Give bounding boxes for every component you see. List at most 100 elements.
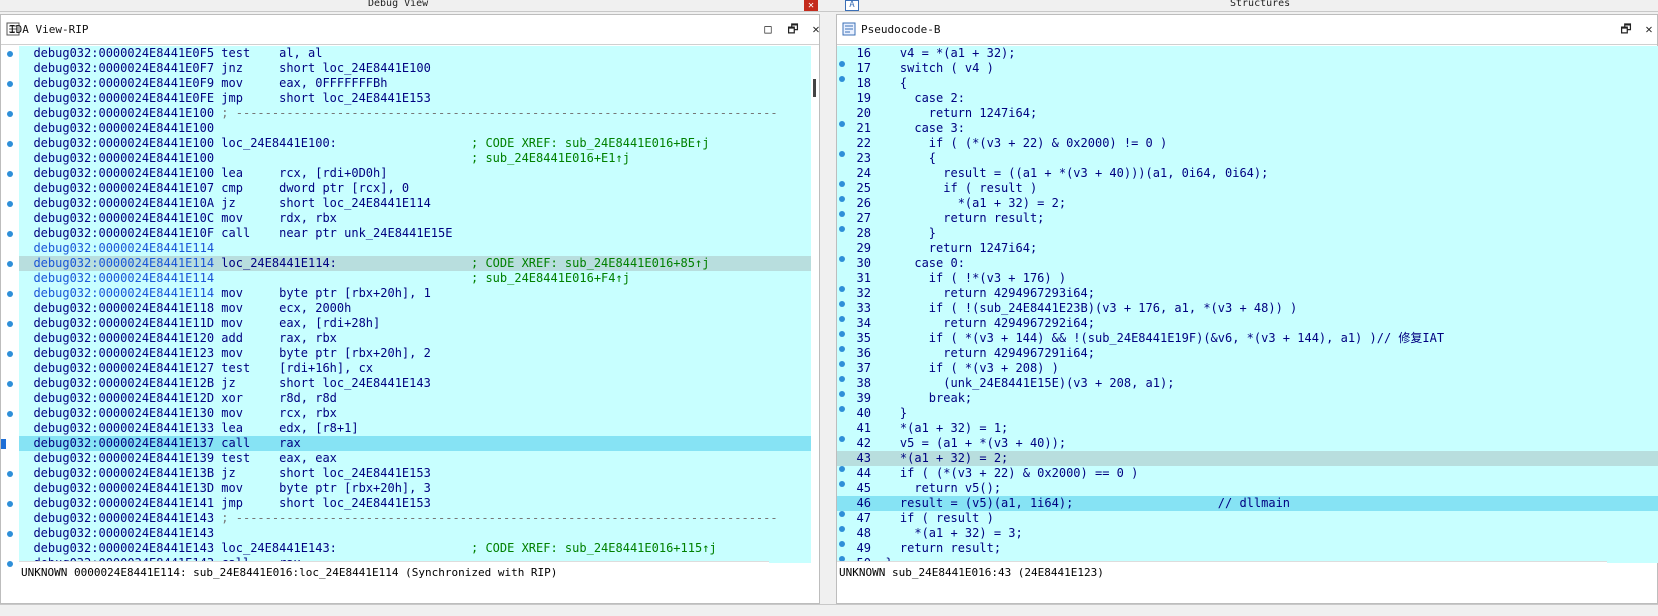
disasm-line[interactable]: debug032:0000024E8441E143 ; ------------…	[19, 511, 811, 526]
breakpoint-dot-icon[interactable]	[7, 321, 13, 327]
pseudocode-line[interactable]: 38 (unk_24E8441E15E)(v3 + 208, a1);	[837, 376, 1658, 397]
disasm-line[interactable]: debug032:0000024E8441E0F7 jnz short loc_…	[19, 61, 811, 76]
disasm-line[interactable]: debug032:0000024E8441E100 ; sub_24E8441E…	[19, 151, 811, 166]
disasm-line[interactable]: debug032:0000024E8441E100	[19, 121, 811, 136]
disasm-line[interactable]: debug032:0000024E8441E127 test [rdi+16h]…	[19, 361, 811, 376]
disasm-operands: rax	[279, 436, 301, 450]
pseudocode-line[interactable]: 25 if ( result )	[837, 181, 1658, 202]
pseudocode-line[interactable]: 19 case 2:	[837, 91, 1658, 106]
pseudocode-line[interactable]: 39 break;	[837, 391, 1658, 412]
pseudocode-listing[interactable]: 16 v4 = *(a1 + 32); 17 switch ( v4 ) 18 {1…	[837, 46, 1658, 563]
breakpoint-dot-icon[interactable]	[7, 531, 13, 537]
disasm-line[interactable]: debug032:0000024E8441E123 mov byte ptr […	[19, 346, 811, 361]
pseudocode-line[interactable]: 20 return 1247i64;	[837, 106, 1658, 127]
pseudocode-line[interactable]: 42 v5 = (a1 + *(v3 + 40));	[837, 436, 1658, 457]
restore-icon[interactable]: 🗗	[1619, 22, 1633, 36]
close-pane-icon[interactable]: ✕	[809, 22, 823, 36]
breakpoint-dot-icon[interactable]	[7, 201, 13, 207]
breakpoint-dot-icon[interactable]	[7, 81, 13, 87]
pseudocode-line[interactable]: 16 v4 = *(a1 + 32);	[837, 46, 1658, 67]
breakpoint-dot-icon[interactable]	[7, 141, 13, 147]
close-icon[interactable]: ✕	[804, 0, 818, 11]
disasm-line[interactable]: debug032:0000024E8441E107 cmp dword ptr …	[19, 181, 811, 196]
disasm-line[interactable]: debug032:0000024E8441E100 ; ------------…	[19, 106, 811, 121]
breakpoint-dot-icon[interactable]	[7, 51, 13, 57]
pseudocode-line[interactable]: 17 switch ( v4 )	[837, 61, 1658, 82]
disasm-line[interactable]: debug032:0000024E8441E0FE jmp short loc_…	[19, 91, 811, 106]
pseudocode-line[interactable]: 44 if ( (*(v3 + 22) & 0x2000) == 0 )	[837, 466, 1658, 487]
pseudocode-line[interactable]: 31 if ( !*(v3 + 176) )	[837, 271, 1658, 292]
disasm-line[interactable]: debug032:0000024E8441E114 loc_24E8441E11…	[19, 256, 811, 271]
disasm-line[interactable]: debug032:0000024E8441E114 ; sub_24E8441E…	[19, 271, 811, 286]
disasm-line[interactable]: debug032:0000024E8441E139 test eax, eax	[19, 451, 811, 466]
structures-tab-icon[interactable]: A	[845, 0, 859, 11]
pseudocode-line[interactable]: 29 return 1247i64;	[837, 241, 1658, 262]
disasm-line[interactable]: debug032:0000024E8441E10A jz short loc_2…	[19, 196, 811, 211]
breakpoint-dot-icon[interactable]	[7, 291, 13, 297]
pseudocode-line[interactable]: 30 case 0:	[837, 256, 1658, 271]
disasm-line[interactable]: debug032:0000024E8441E12B jz short loc_2…	[19, 376, 811, 391]
pseudocode-line[interactable]: 35 if ( *(v3 + 144) && !(sub_24E8441E19F…	[837, 331, 1658, 352]
disasm-line[interactable]: debug032:0000024E8441E114	[19, 241, 811, 256]
disasm-line[interactable]: debug032:0000024E8441E0F9 mov eax, 0FFFF…	[19, 76, 811, 91]
pseudocode-line[interactable]: 24 result = ((a1 + *(v3 + 40)))(a1, 0i64…	[837, 166, 1658, 187]
disasm-line[interactable]: debug032:0000024E8441E10C mov rdx, rbx	[19, 211, 811, 226]
pseudocode-line[interactable]: 48 *(a1 + 32) = 3;	[837, 526, 1658, 547]
breakpoint-dot-icon[interactable]	[7, 561, 13, 567]
breakpoint-dot-icon[interactable]	[7, 231, 13, 237]
disasm-line[interactable]: debug032:0000024E8441E13B jz short loc_2…	[19, 466, 811, 481]
breakpoint-dot-icon[interactable]	[7, 171, 13, 177]
pseudocode-line[interactable]: 43 *(a1 + 32) = 2;	[837, 451, 1658, 472]
line-number: 20	[856, 106, 871, 120]
pseudocode-line[interactable]: 18 {	[837, 76, 1658, 91]
close-pane-icon[interactable]: ✕	[1642, 22, 1656, 36]
pseudocode-line[interactable]: 37 if ( *(v3 + 208) )	[837, 361, 1658, 382]
disasm-line[interactable]: debug032:0000024E8441E12D xor r8d, r8d	[19, 391, 811, 406]
disasm-line[interactable]: debug032:0000024E8441E11D mov eax, [rdi+…	[19, 316, 811, 331]
breakpoint-dot-icon[interactable]	[7, 501, 13, 507]
pseudocode-line[interactable]: 23 {	[837, 151, 1658, 166]
pseudocode-line[interactable]: 32 return 4294967293i64;	[837, 286, 1658, 307]
disasm-line[interactable]: debug032:0000024E8441E118 mov ecx, 2000h	[19, 301, 811, 316]
disasm-line[interactable]: debug032:0000024E8441E100 loc_24E8441E10…	[19, 136, 811, 151]
vertical-scrollbar-thumb[interactable]	[813, 79, 816, 97]
disasm-line[interactable]: debug032:0000024E8441E120 add rax, rbx	[19, 331, 811, 346]
breakpoint-dot-icon[interactable]	[1, 439, 6, 449]
pseudocode-line[interactable]: 47 if ( result )	[837, 511, 1658, 532]
pseudocode-line[interactable]: 28 }	[837, 226, 1658, 241]
disassembly-listing[interactable]: debug032:0000024E8441E0F5 test al, al de…	[19, 46, 811, 563]
pseudocode-line[interactable]: 34 return 4294967292i64;	[837, 316, 1658, 337]
disasm-line[interactable]: debug032:0000024E8441E0F5 test al, al	[19, 46, 811, 61]
disasm-line[interactable]: debug032:0000024E8441E130 mov rcx, rbx	[19, 406, 811, 421]
pseudocode-line[interactable]: 36 return 4294967291i64;	[837, 346, 1658, 367]
disasm-line[interactable]: debug032:0000024E8441E10F call near ptr …	[19, 226, 811, 241]
pseudocode-line[interactable]: 26 *(a1 + 32) = 2;	[837, 196, 1658, 217]
pseudocode-line[interactable]: 45 return v5();	[837, 481, 1658, 502]
pseudocode-line[interactable]: 33 if ( !(sub_24E8441E23B)(v3 + 176, a1,…	[837, 301, 1658, 322]
pseudocode-line[interactable]: 27 return result;	[837, 211, 1658, 232]
disasm-line[interactable]: debug032:0000024E8441E13D mov byte ptr […	[19, 481, 811, 496]
minimize-icon[interactable]: □	[761, 22, 775, 36]
disasm-line[interactable]: debug032:0000024E8441E143 loc_24E8441E14…	[19, 541, 811, 556]
pseudocode-line[interactable]: 41 *(a1 + 32) = 1;	[837, 421, 1658, 442]
breakpoint-dot-icon[interactable]	[7, 411, 13, 417]
pseudocode-line[interactable]: 40 }	[837, 406, 1658, 421]
disasm-line[interactable]: debug032:0000024E8441E141 jmp short loc_…	[19, 496, 811, 511]
breakpoint-dot-icon[interactable]	[7, 381, 13, 387]
pseudocode-line[interactable]: 22 if ( (*(v3 + 22) & 0x2000) != 0 )	[837, 136, 1658, 157]
restore-icon[interactable]: 🗗	[786, 22, 800, 36]
disasm-line[interactable]: debug032:0000024E8441E114 mov byte ptr […	[19, 286, 811, 301]
breakpoint-dot-icon[interactable]	[7, 111, 13, 117]
pseudocode-line[interactable]: 21 case 3:	[837, 121, 1658, 136]
breakpoint-dot-icon[interactable]	[7, 261, 13, 267]
breakpoint-dot-icon[interactable]	[7, 471, 13, 477]
pseudocode-line[interactable]: 46 result = (v5)(a1, 1i64); // dllmain	[837, 496, 1658, 517]
disasm-line[interactable]: debug032:0000024E8441E100 lea rcx, [rdi+…	[19, 166, 811, 181]
left-breakpoint-gutter[interactable]	[1, 46, 19, 567]
disasm-line[interactable]: debug032:0000024E8441E133 lea edx, [r8+1…	[19, 421, 811, 436]
pseudocode-line[interactable]: 49 return result;	[837, 541, 1658, 562]
disasm-line[interactable]: debug032:0000024E8441E137 call rax	[19, 436, 811, 451]
pseudocode-text: if ( (*(v3 + 22) & 0x2000) != 0 )	[871, 136, 1168, 150]
disasm-line[interactable]: debug032:0000024E8441E143	[19, 526, 811, 541]
breakpoint-dot-icon[interactable]	[7, 351, 13, 357]
